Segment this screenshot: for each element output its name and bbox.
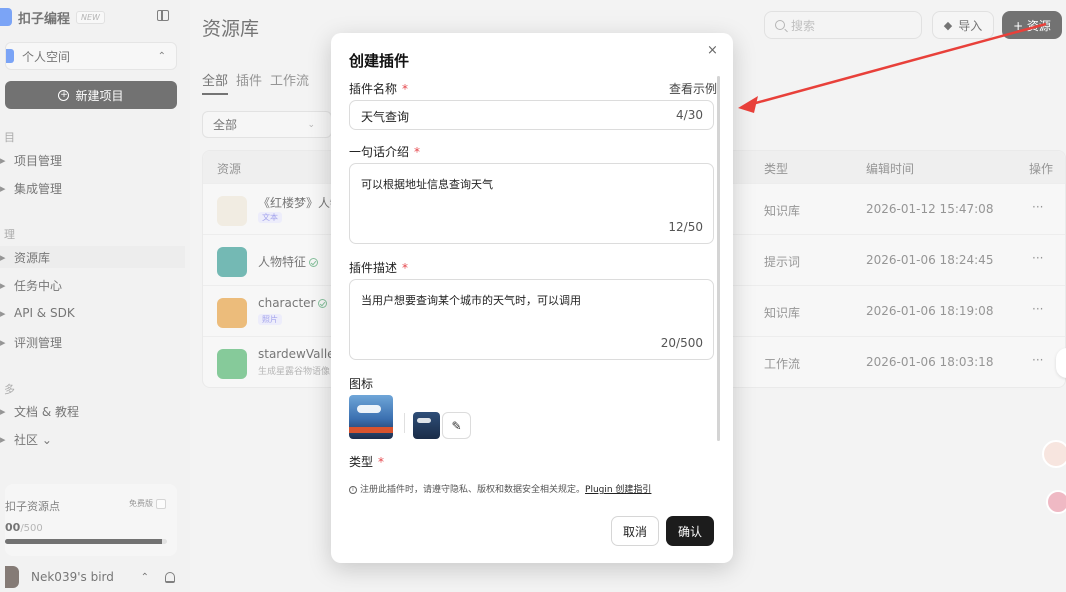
description-label: 插件描述 * [349, 259, 408, 276]
intro-textarea[interactable]: 可以根据地址信息查询天气 12/50 [349, 163, 714, 244]
plugin-icon-preview[interactable] [349, 395, 393, 439]
intro-label-text: 一句话介绍 [349, 145, 410, 159]
dialog-scrollbar-thumb[interactable] [717, 76, 720, 441]
description-value: 当用户想要查询某个城市的天气时，可以调用 [361, 294, 581, 307]
icon-label: 图标 [349, 377, 374, 391]
dialog-scrollbar[interactable] [717, 76, 720, 441]
confirm-button[interactable]: 确认 [666, 516, 714, 546]
plugin-name-count: 4/30 [676, 108, 703, 122]
type-label-text: 类型 [349, 455, 374, 469]
description-count: 20/500 [660, 336, 703, 350]
icon-divider [404, 413, 405, 433]
notice-text: 注册此插件时，请遵守隐私、版权和数据安全相关规定。 [360, 485, 586, 495]
description-label-text: 插件描述 [349, 261, 398, 275]
create-plugin-dialog: 创建插件 × 插件名称 * 查看示例 天气查询 4/30 一句话介绍 * 可以根据地… [331, 33, 733, 563]
see-example-link[interactable]: 查看示例 [669, 80, 717, 97]
required-mark: * [402, 261, 409, 275]
description-textarea[interactable]: 当用户想要查询某个城市的天气时，可以调用 20/500 [349, 279, 714, 360]
plugin-name-label-text: 插件名称 [349, 82, 398, 96]
required-mark: * [414, 145, 421, 159]
plugin-guide-link[interactable]: Plugin 创建指引 [585, 485, 651, 495]
compliance-notice: i 注册此插件时，请遵守隐私、版权和数据安全相关规定。Plugin 创建指引 [349, 482, 651, 495]
ai-generate-icon-button[interactable]: ✎ [442, 412, 471, 439]
plugin-name-label: 插件名称 * [349, 80, 408, 97]
intro-count: 12/50 [668, 220, 703, 234]
plugin-icon-option[interactable] [413, 412, 440, 439]
plugin-name-input[interactable]: 天气查询 4/30 [349, 100, 714, 130]
magic-wand-icon: ✎ [451, 418, 462, 433]
type-label: 类型 * [349, 453, 384, 470]
close-icon[interactable]: × [707, 43, 718, 58]
dialog-title: 创建插件 [349, 52, 410, 70]
intro-value: 可以根据地址信息查询天气 [361, 178, 493, 191]
intro-label: 一句话介绍 * [349, 143, 420, 160]
plugin-name-value: 天气查询 [361, 110, 410, 124]
cancel-button[interactable]: 取消 [611, 516, 659, 546]
required-mark: * [402, 82, 409, 96]
info-icon: i [349, 485, 357, 494]
required-mark: * [378, 455, 385, 469]
